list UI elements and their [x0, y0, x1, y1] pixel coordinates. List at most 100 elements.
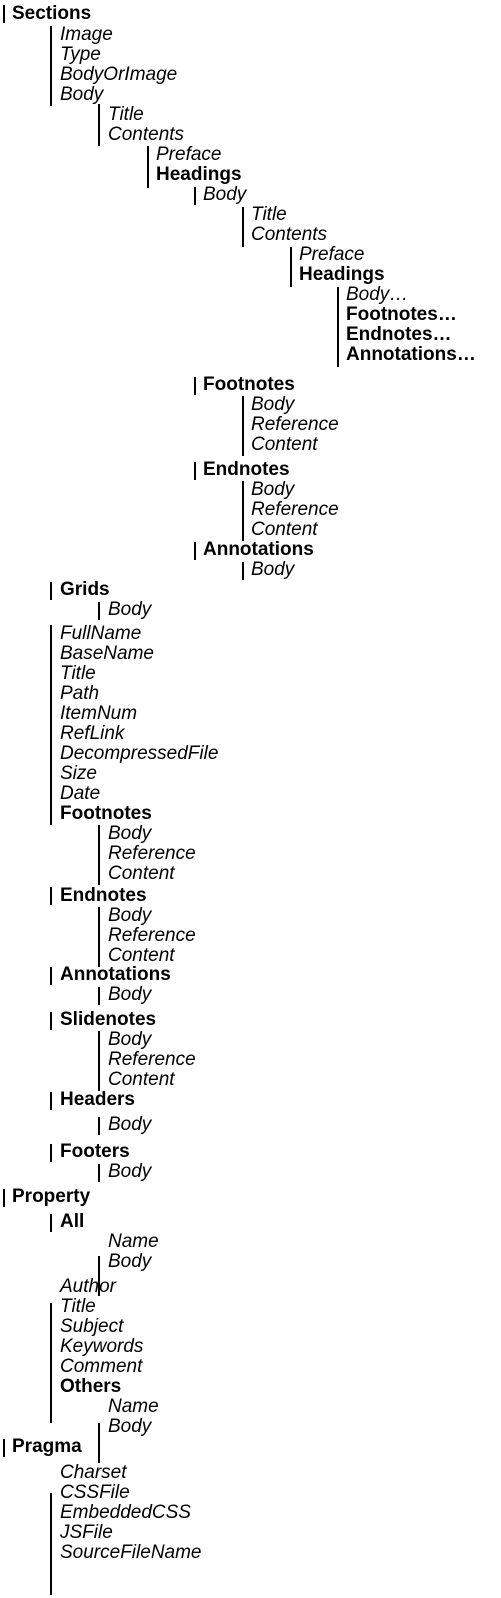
leaf-footers-body: Body	[108, 1161, 152, 1182]
node-all: All	[60, 1211, 85, 1232]
leaf-grids-body: Body	[108, 599, 152, 620]
leaf-all-body: Body	[108, 1251, 152, 1272]
leaf-endnotes-content: Content	[251, 519, 318, 540]
node-endnotes: Endnotes	[203, 459, 290, 480]
tree-bar	[98, 104, 100, 146]
tree-bar	[3, 1439, 5, 1457]
tree-bar	[3, 1189, 5, 1207]
tree-bar	[242, 562, 244, 580]
leaf-embeddedcss: EmbeddedCSS	[60, 1502, 191, 1523]
leaf-image: Image	[60, 24, 113, 45]
leaf-author: Author	[60, 1276, 116, 1297]
node-headings: Headings	[156, 164, 242, 185]
tree-bar	[98, 987, 100, 1005]
leaf-subject: Subject	[60, 1316, 124, 1337]
node-footnotes: Footnotes	[60, 803, 152, 824]
leaf-title: Title	[60, 663, 96, 684]
leaf-headings-title: Title	[251, 204, 287, 225]
tree-bar	[50, 967, 52, 985]
tree-bar	[50, 582, 52, 600]
tree-bar	[98, 1117, 100, 1135]
leaf-more-body: Body…	[346, 284, 409, 305]
node-more-endnotes: Endnotes…	[346, 324, 452, 345]
leaf-all-name: Name	[108, 1231, 159, 1252]
tree-bar	[50, 1144, 52, 1162]
tree-bar	[242, 207, 244, 247]
leaf-size: Size	[60, 763, 97, 784]
tree-bar	[147, 146, 149, 188]
leaf-reflink: RefLink	[60, 723, 125, 744]
leaf-slidenotes-reference: Reference	[108, 1049, 196, 1070]
leaf-type: Type	[60, 44, 101, 65]
leaf-annotations-body: Body	[251, 559, 295, 580]
node-endnotes: Endnotes	[60, 885, 147, 906]
tree-bar	[98, 1423, 100, 1463]
node-annotations: Annotations	[203, 539, 314, 560]
leaf-headers-body: Body	[108, 1114, 152, 1135]
leaf-body-or-image: BodyOrImage	[60, 64, 178, 85]
tree-bar	[50, 26, 52, 106]
tree-bar	[50, 887, 52, 905]
leaf-jsfile: JSFile	[60, 1522, 113, 1543]
leaf-footnotes-content: Content	[251, 434, 318, 455]
node-annotations: Annotations	[60, 964, 171, 985]
tree-bar	[194, 377, 196, 395]
leaf-preface: Preface	[156, 144, 222, 165]
tree-bar	[290, 247, 292, 287]
tree-bar	[194, 187, 196, 205]
tree-bar	[98, 907, 100, 967]
leaf-endnotes-reference: Reference	[108, 925, 196, 946]
tree-bar	[50, 1092, 52, 1110]
leaf-others-body: Body	[108, 1416, 152, 1437]
tree-bar	[50, 1214, 52, 1232]
leaf-footnotes-reference: Reference	[108, 843, 196, 864]
node-more-footnotes: Footnotes…	[346, 304, 457, 325]
node-grids: Grids	[60, 579, 110, 600]
leaf-title: Title	[60, 1296, 96, 1317]
leaf-footnotes-body: Body	[251, 394, 295, 415]
tree-bar	[50, 1012, 52, 1030]
leaf-charset: Charset	[60, 1462, 127, 1483]
leaf-itemnum: ItemNum	[60, 703, 138, 724]
node-pragma: Pragma	[12, 1436, 82, 1457]
tree-bar	[50, 625, 52, 825]
leaf-body: Body	[60, 84, 104, 105]
leaf-contents: Contents	[108, 124, 185, 145]
leaf-footnotes-reference: Reference	[251, 414, 339, 435]
tree-bar	[242, 481, 244, 541]
leaf-endnotes-body: Body	[251, 479, 295, 500]
tree-bar	[98, 825, 100, 885]
tree-bar	[98, 1164, 100, 1182]
leaf-endnotes-reference: Reference	[251, 499, 339, 520]
tree-bar	[98, 602, 100, 620]
node-footnotes: Footnotes	[203, 374, 295, 395]
tree-bar	[194, 462, 196, 480]
leaf-slidenotes-body: Body	[108, 1029, 152, 1050]
node-more-annotations: Annotations…	[346, 344, 476, 365]
tree-bar	[50, 1303, 52, 1423]
leaf-basename: BaseName	[60, 643, 154, 664]
node-property: Property	[12, 1186, 91, 1207]
tree-bar	[242, 396, 244, 456]
leaf-date: Date	[60, 783, 101, 804]
tree-bar	[194, 542, 196, 560]
node-headers: Headers	[60, 1089, 135, 1110]
node-others: Others	[60, 1376, 122, 1397]
leaf-footnotes-body: Body	[108, 823, 152, 844]
leaf-comment: Comment	[60, 1356, 143, 1377]
leaf-keywords: Keywords	[60, 1336, 144, 1357]
tree-bar	[337, 287, 339, 367]
leaf-slidenotes-content: Content	[108, 1069, 175, 1090]
leaf-others-name: Name	[108, 1396, 159, 1417]
node-slidenotes: Slidenotes	[60, 1009, 157, 1030]
leaf-headings-contents: Contents	[251, 224, 328, 245]
leaf-cssfile: CSSFile	[60, 1482, 130, 1503]
leaf-footnotes-content: Content	[108, 863, 175, 884]
leaf-path: Path	[60, 683, 100, 704]
leaf-endnotes-content: Content	[108, 945, 175, 966]
leaf-sourcefilename: SourceFileName	[60, 1542, 202, 1563]
leaf-annotations-body: Body	[108, 984, 152, 1005]
leaf-title: Title	[108, 104, 144, 125]
tree-bar	[3, 5, 5, 23]
leaf-fullname: FullName	[60, 623, 142, 644]
